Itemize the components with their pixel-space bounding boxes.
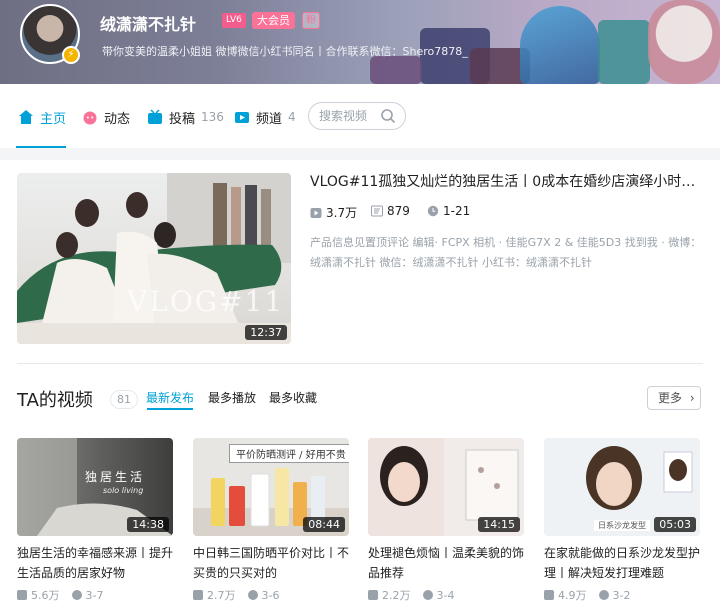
videos-section-title: TA的视频: [17, 390, 93, 411]
featured-plays: 3.7万: [310, 204, 357, 221]
sort-tab-underline: [147, 408, 193, 410]
video-thumbnail[interactable]: 独居生活 solo living 14:38: [17, 438, 173, 536]
video-date: 3-2: [598, 588, 631, 602]
tab-dynamic[interactable]: 动态: [82, 106, 130, 128]
clock-icon: [247, 590, 258, 600]
clock-icon: [71, 590, 82, 600]
video-card[interactable]: 14:15 处理褪色烦恼丨温柔美貌的饰品推荐 2.2万 3-4: [368, 438, 524, 603]
video-date-value: 3-6: [261, 588, 280, 602]
play-count-icon: [368, 590, 378, 600]
video-thumb-text: 平价防晒测评 / 好用不贵: [229, 444, 349, 463]
vip-badge[interactable]: 大会员: [252, 12, 295, 29]
video-thumbnail[interactable]: 平价防晒测评 / 好用不贵 08:44: [193, 438, 349, 536]
video-plays-value: 4.9万: [558, 589, 587, 602]
featured-video-thumbnail[interactable]: VLOG#11 12:37: [17, 173, 291, 344]
video-duration: 14:38: [127, 517, 169, 532]
video-plays: 5.6万: [17, 587, 60, 603]
dynamic-icon: [83, 111, 97, 125]
channel-count: 4: [288, 110, 296, 124]
featured-danmaku-value: 879: [387, 204, 410, 218]
home-icon: [19, 110, 33, 124]
video-meta: 2.2万 3-4: [368, 587, 524, 603]
tab-home-label: 主页: [40, 111, 67, 127]
level-badge: LV6: [222, 13, 246, 28]
video-plays: 4.9万: [544, 587, 587, 603]
video-title[interactable]: 处理褪色烦恼丨温柔美貌的饰品推荐: [368, 543, 524, 583]
video-card[interactable]: 平价防晒测评 / 好用不贵 08:44 中日韩三国防晒平价对比丨不买贵的只买对的…: [193, 438, 349, 603]
profile-sign: 带你变美的温柔小姐姐 微博微信小红书同名丨合作联系微信：Shero7878_: [102, 45, 468, 58]
video-thumb-text: 日系沙龙发型: [594, 520, 650, 531]
more-label: 更多: [658, 391, 683, 405]
video-thumbnail[interactable]: 14:15: [368, 438, 524, 536]
divider: [17, 363, 703, 364]
featured-date: 1-21: [427, 204, 470, 218]
banner-bunny: [648, 0, 720, 84]
play-count-icon: [310, 207, 322, 218]
video-date: 3-4: [422, 588, 455, 602]
video-card[interactable]: 独居生活 solo living 14:38 独居生活的幸福感来源丨提升生活品质…: [17, 438, 173, 603]
video-title[interactable]: 在家就能做的日系沙龙发型护理丨解决短发打理难题: [544, 543, 700, 583]
play-count-icon: [193, 590, 203, 600]
video-date-value: 3-4: [436, 588, 455, 602]
tab-channel[interactable]: 频道 4: [234, 106, 296, 128]
tab-channel-label: 频道: [256, 111, 283, 127]
danmaku-icon: [371, 205, 383, 217]
tab-submit-label: 投稿: [169, 111, 196, 127]
submit-count: 136: [201, 110, 224, 124]
tab-dynamic-label: 动态: [104, 111, 131, 127]
username: 绒潇潇不扎针: [100, 15, 197, 34]
clock-icon: [422, 590, 433, 600]
tab-most-favorited[interactable]: 最多收藏: [269, 389, 317, 406]
tab-latest[interactable]: 最新发布: [146, 389, 194, 406]
chevron-right-icon: ›: [689, 391, 695, 405]
play-count-icon: [17, 590, 27, 600]
videos-count-badge: 81: [110, 390, 138, 409]
video-date: 3-7: [71, 588, 104, 602]
video-plays: 2.2万: [368, 587, 411, 603]
video-meta: 4.9万 3-2: [544, 587, 700, 603]
tv-icon: [148, 109, 162, 124]
channel-icon: [235, 112, 249, 123]
video-date-value: 3-7: [85, 588, 104, 602]
featured-date-value: 1-21: [443, 204, 471, 218]
video-thumbnail[interactable]: 日系沙龙发型 05:03: [544, 438, 700, 536]
more-button[interactable]: 更多 ›: [647, 386, 701, 410]
video-title[interactable]: 中日韩三国防晒平价对比丨不买贵的只买对的: [193, 543, 349, 583]
play-count-icon: [544, 590, 554, 600]
video-plays-value: 5.6万: [31, 589, 60, 602]
video-meta: 5.6万 3-7: [17, 587, 173, 603]
tab-most-played[interactable]: 最多播放: [208, 389, 256, 406]
clock-icon: [427, 205, 439, 217]
video-thumb-text: 独居生活: [85, 470, 146, 484]
tab-submit[interactable]: 投稿 136: [147, 106, 224, 128]
search-icon[interactable]: [380, 108, 396, 124]
section-divider: [0, 148, 720, 160]
video-date-value: 3-2: [612, 588, 631, 602]
video-meta: 2.7万 3-6: [193, 587, 349, 603]
featured-plays-value: 3.7万: [326, 206, 358, 220]
featured-video-title[interactable]: VLOG#11孤独又灿烂的独居生活丨0成本在婚纱店演绎小时代...: [310, 171, 702, 191]
video-date: 3-6: [247, 588, 280, 602]
video-plays-value: 2.2万: [382, 589, 411, 602]
featured-thumb-art: [17, 173, 291, 344]
banner-character: [520, 6, 600, 84]
verified-badge-icon: ⚡: [62, 46, 80, 64]
video-title[interactable]: 独居生活的幸福感来源丨提升生活品质的居家好物: [17, 543, 173, 583]
featured-thumb-text: VLOG#11: [127, 285, 285, 318]
video-duration: 08:44: [303, 517, 345, 532]
clock-icon: [598, 590, 609, 600]
video-plays-value: 2.7万: [207, 589, 236, 602]
video-thumb-subtext: solo living: [103, 486, 144, 495]
banner-decoration: [370, 56, 422, 84]
video-duration: 14:15: [478, 517, 520, 532]
video-duration: 05:03: [654, 517, 696, 532]
video-card[interactable]: 日系沙龙发型 05:03 在家就能做的日系沙龙发型护理丨解决短发打理难题 4.9…: [544, 438, 700, 603]
tab-home[interactable]: 主页: [18, 106, 66, 128]
banner-gift-box: [598, 20, 650, 84]
featured-description: 产品信息见置顶评论 编辑· FCPX 相机 · 佳能G7X 2 & 佳能5D3 …: [310, 236, 702, 269]
featured-danmaku: 879: [371, 204, 410, 218]
featured-duration: 12:37: [245, 325, 287, 340]
video-plays: 2.7万: [193, 587, 236, 603]
fan-badge: 粉: [302, 12, 320, 29]
